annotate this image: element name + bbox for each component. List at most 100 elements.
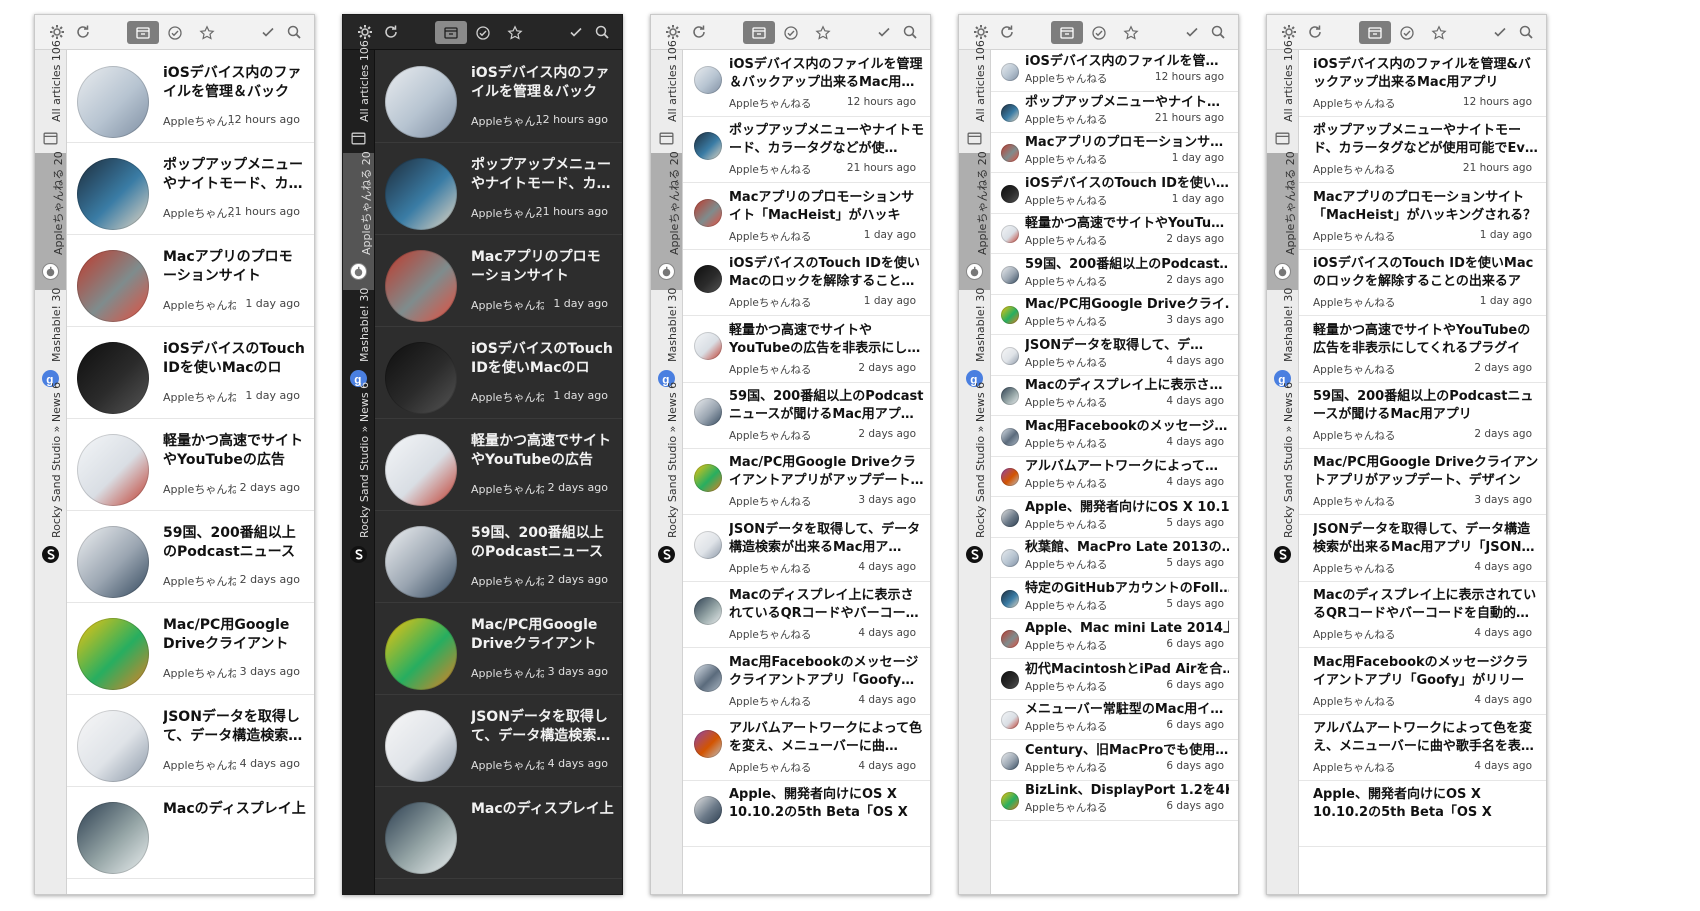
article-row[interactable]: Apple、開発者向けにOS X 10.1… Appleちゃんねる 5 days a… xyxy=(991,496,1238,538)
article-title[interactable]: Mac/PC用Google Driveクライアントアプリがアップデート… xyxy=(729,454,925,490)
article-list[interactable]: iOSデバイス内のファイルを管理＆バックアップ出来るMac用… Appleちゃんね… xyxy=(683,50,930,894)
article-row[interactable]: Macアプリのプロモーションサイト「MacHeist」がハッキングされる？ App… xyxy=(1299,183,1546,250)
star-filter-icon[interactable] xyxy=(1423,21,1455,44)
article-row[interactable]: ポップアップメニューやナイトモード、カ… Appleちゃん… 21 hours ag… xyxy=(67,142,314,235)
article-row[interactable]: Apple、開発者向けにOS X 10.10.2の5th Beta「OS X Y… xyxy=(683,780,930,847)
article-row[interactable]: iOSデバイス内のファイルを管… Appleちゃんねる 12 hours ago xyxy=(991,50,1238,92)
article-row[interactable]: アルバムアートワークによって色を変え、メニューバーに曲や歌手名を表… Appleち… xyxy=(1299,714,1546,781)
article-row[interactable]: 軽量かつ高速でサイトやYouTubeの広告を非表示にしてくれるプラグイン… App… xyxy=(1299,316,1546,383)
checkmark-icon[interactable] xyxy=(260,24,276,40)
article-row[interactable]: ポップアップメニューやナイトモード、カラータグなどが使… Appleちゃんねる 21… xyxy=(683,116,930,183)
article-title[interactable]: JSONデータを取得して、デ… xyxy=(1025,337,1229,354)
star-filter-icon[interactable] xyxy=(807,21,839,44)
refresh-icon[interactable] xyxy=(383,24,399,40)
gear-icon[interactable] xyxy=(357,24,373,40)
article-title[interactable]: Macのディスプレイ上に表示さ… xyxy=(1025,377,1229,394)
search-icon[interactable] xyxy=(902,24,918,40)
article-title[interactable]: Apple、開発者向けにOS X 10.10.2の5th Beta「OS X Y… xyxy=(1313,786,1539,822)
article-row[interactable]: iOSデバイス内のファイルを管理＆バックア… Appleちゃん…12 hours … xyxy=(67,50,314,143)
article-row[interactable]: Macのディスプレイ上 xyxy=(375,786,622,879)
search-icon[interactable] xyxy=(286,24,302,40)
article-row[interactable]: JSONデータを取得して、データ構造検索が出来るMac用ア… Appleちゃんねる… xyxy=(683,515,930,582)
article-title[interactable]: Mac/PC用Google Driveクライアントア… xyxy=(471,616,614,654)
sidebar-item-feed-3[interactable]: Rocky Sand Studio » News 6 xyxy=(343,382,374,569)
article-title[interactable]: アルバムアートワークによって色を変え、メニューバーに曲や歌手名を表… xyxy=(1313,720,1539,756)
article-title[interactable]: iOSデバイスのTouch IDを使いMacのロックを解除することの出来るアプ… xyxy=(1313,255,1539,291)
sidebar-item-feed-0[interactable]: All articles 106 xyxy=(959,40,990,153)
article-row[interactable]: Macアプリのプロモーションサ… Appleちゃんねる 1 day ago xyxy=(991,131,1238,173)
star-filter-icon[interactable] xyxy=(191,21,223,44)
article-row[interactable]: Macのディスプレイ上 xyxy=(67,786,314,879)
sidebar-item-feed-0[interactable]: All articles 106 xyxy=(343,40,374,153)
article-row[interactable]: Mac用Facebookのメッセージクライアントアプリ「Goofy… Appleち… xyxy=(683,648,930,715)
article-title[interactable]: JSONデータを取得して、データ構造検索が出来るMac用ア… xyxy=(729,521,925,557)
sidebar-item-feed-2[interactable]: Mashable! 30 g xyxy=(35,288,66,393)
article-title[interactable]: iOSデバイスのTouch IDを使いMacのロッ… xyxy=(163,340,306,378)
article-row[interactable]: Macアプリのプロモーションサイト「Mac… Appleちゃんねる 1 day ag… xyxy=(67,234,314,327)
gear-icon[interactable] xyxy=(665,24,681,40)
article-title[interactable]: ポップアップメニューやナイトモード、カラータグなどが使… xyxy=(729,122,925,158)
checkmark-icon[interactable] xyxy=(568,24,584,40)
search-icon[interactable] xyxy=(1210,24,1226,40)
article-title[interactable]: Mac用Facebookのメッセージクライアントアプリ「Goofy… xyxy=(729,654,925,690)
article-title[interactable]: Macアプリのプロモーションサイト「Mac… xyxy=(471,248,614,286)
article-row[interactable]: アルバムアートワークによって色を変え、メニューバーに曲… Appleちゃんねる 4 … xyxy=(683,714,930,781)
sidebar-item-feed-2[interactable]: Mashable! 30 g xyxy=(651,288,682,393)
article-row[interactable]: iOSデバイス内のファイルを管理＆バックアップ出来るMac用… Appleちゃんね… xyxy=(683,50,930,117)
article-row[interactable]: Apple、開発者向けにOS X 10.10.2の5th Beta「OS X Y… xyxy=(1299,780,1546,847)
article-title[interactable]: iOSデバイス内のファイルを管理＆バックアップ出来るMac用… xyxy=(729,56,925,92)
article-row[interactable]: 軽量かつ高速でサイトやYouTu… Appleちゃんねる 2 days ago xyxy=(991,212,1238,254)
article-row[interactable]: iOSデバイス内のファイルを管理＆バックア… Appleちゃん…12 hours … xyxy=(375,50,622,143)
sidebar-item-feed-3[interactable]: Rocky Sand Studio » News 6 xyxy=(35,382,66,569)
article-row[interactable]: 軽量かつ高速でサイトやYouTubeの広告を… Appleちゃんねる2 days … xyxy=(67,418,314,511)
article-title[interactable]: Mac/PC用Google Driveクライアントア… xyxy=(163,616,306,654)
sidebar-item-feed-2[interactable]: Mashable! 30 g xyxy=(1267,288,1298,393)
article-row[interactable]: 59国、200番組以上のPodcastニュースが聞けるMac用アプ… Appleち… xyxy=(683,382,930,449)
article-row[interactable]: 特定のGitHubアカウントのFoll… Appleちゃんねる 5 days ago xyxy=(991,577,1238,619)
article-title[interactable]: 59国、200番組以上のPodcast… xyxy=(1025,256,1229,273)
article-row[interactable]: Mac/PC用Google Driveクライアントアプリがアップデート、デザイン… xyxy=(1299,448,1546,515)
article-row[interactable]: Mac/PC用Google Driveクライアントア… Appleちゃんねる3 d… xyxy=(375,602,622,695)
article-title[interactable]: Apple、Mac mini Late 2014上… xyxy=(1025,620,1229,637)
article-title[interactable]: 軽量かつ高速でサイトやYouTu… xyxy=(1025,215,1229,232)
article-title[interactable]: 軽量かつ高速でサイトやYouTubeの広告を… xyxy=(163,432,306,470)
article-title[interactable]: Macアプリのプロモーションサイト「MacHeist」がハッキングされる？ xyxy=(1313,189,1539,225)
article-row[interactable]: iOSデバイスのTouch IDを使いMacのロックを解除すること… Appleち… xyxy=(683,249,930,316)
article-row[interactable]: JSONデータを取得して、データ構造検索… Appleちゃんねる4 days ag… xyxy=(67,694,314,787)
article-row[interactable]: JSONデータを取得して、データ構造検索が出来るMac用アプリ「JSON… App… xyxy=(1299,515,1546,582)
article-row[interactable]: Macアプリのプロモーションサイト「Mac… Appleちゃんねる 1 day ag… xyxy=(375,234,622,327)
article-row[interactable]: iOSデバイスのTouch IDを使い… Appleちゃんねる 1 day ago xyxy=(991,172,1238,214)
article-row[interactable]: BizLink、DisplayPort 1.2を4K… Appleちゃんねる 6 d… xyxy=(991,779,1238,821)
unread-filter-icon[interactable] xyxy=(435,21,467,44)
article-row[interactable]: メニューバー常駐型のMac用イ… Appleちゃんねる 6 days ago xyxy=(991,698,1238,740)
gear-icon[interactable] xyxy=(973,24,989,40)
read-filter-icon[interactable] xyxy=(467,21,499,44)
article-title[interactable]: JSONデータを取得して、データ構造検索が出来るMac用アプリ「JSON… xyxy=(1313,521,1539,557)
article-title[interactable]: 軽量かつ高速でサイトやYouTubeの広告を… xyxy=(471,432,614,470)
gear-icon[interactable] xyxy=(1281,24,1297,40)
article-row[interactable]: Mac/PC用Google Driveクライ… Appleちゃんねる 3 days … xyxy=(991,293,1238,335)
article-title[interactable]: Macアプリのプロモーションサイト「MacHeist」がハッキン… xyxy=(729,189,925,225)
article-row[interactable]: Mac/PC用Google Driveクライアントア… Appleちゃんねる3 d… xyxy=(67,602,314,695)
sidebar-item-feed-2[interactable]: Mashable! 30 g xyxy=(343,288,374,393)
article-title[interactable]: Macのディスプレイ上に表示されているQRコードやバーコードを自動的… xyxy=(1313,587,1539,623)
article-title[interactable]: Mac用Facebookのメッセージ… xyxy=(1025,418,1229,435)
sidebar-item-feed-0[interactable]: All articles 106 xyxy=(1267,40,1298,153)
article-row[interactable]: Mac用Facebookのメッセージクライアントアプリ「Goofy」がリリース。… xyxy=(1299,648,1546,715)
article-title[interactable]: ポップアップメニューやナイトモード、カラータグなどが使用可能でEv… xyxy=(1313,122,1539,158)
article-title[interactable]: iOSデバイスのTouch IDを使いMacのロッ… xyxy=(471,340,614,378)
gear-icon[interactable] xyxy=(49,24,65,40)
sidebar-item-feed-1[interactable]: Appleちゃんねる 20 xyxy=(651,151,682,290)
article-title[interactable]: iOSデバイス内のファイルを管理＆バックア… xyxy=(471,64,614,102)
article-list[interactable]: iOSデバイス内のファイルを管… Appleちゃんねる 12 hours ago ポッ… xyxy=(991,50,1238,894)
article-title[interactable]: iOSデバイス内のファイルを管… xyxy=(1025,53,1229,70)
article-title[interactable]: 59国、200番組以上のPodcastニュースが聞けるMac用アプ… xyxy=(729,388,925,424)
article-list[interactable]: iOSデバイス内のファイルを管理＆バックア…Appleちゃん…12 hours … xyxy=(67,50,314,894)
article-row[interactable]: Macのディスプレイ上に表示されているQRコードやバーコードを自動的… Apple… xyxy=(1299,581,1546,648)
article-title[interactable]: 軽量かつ高速でサイトやYouTubeの広告を非表示にしてくれるプラグイン… xyxy=(1313,322,1539,358)
unread-filter-icon[interactable] xyxy=(743,21,775,44)
read-filter-icon[interactable] xyxy=(159,21,191,44)
article-row[interactable]: Mac用Facebookのメッセージ… Appleちゃんねる 4 days ago xyxy=(991,415,1238,457)
read-filter-icon[interactable] xyxy=(775,21,807,44)
article-row[interactable]: 初代MacintoshとiPad Airを合… Appleちゃんねる 6 days … xyxy=(991,658,1238,700)
